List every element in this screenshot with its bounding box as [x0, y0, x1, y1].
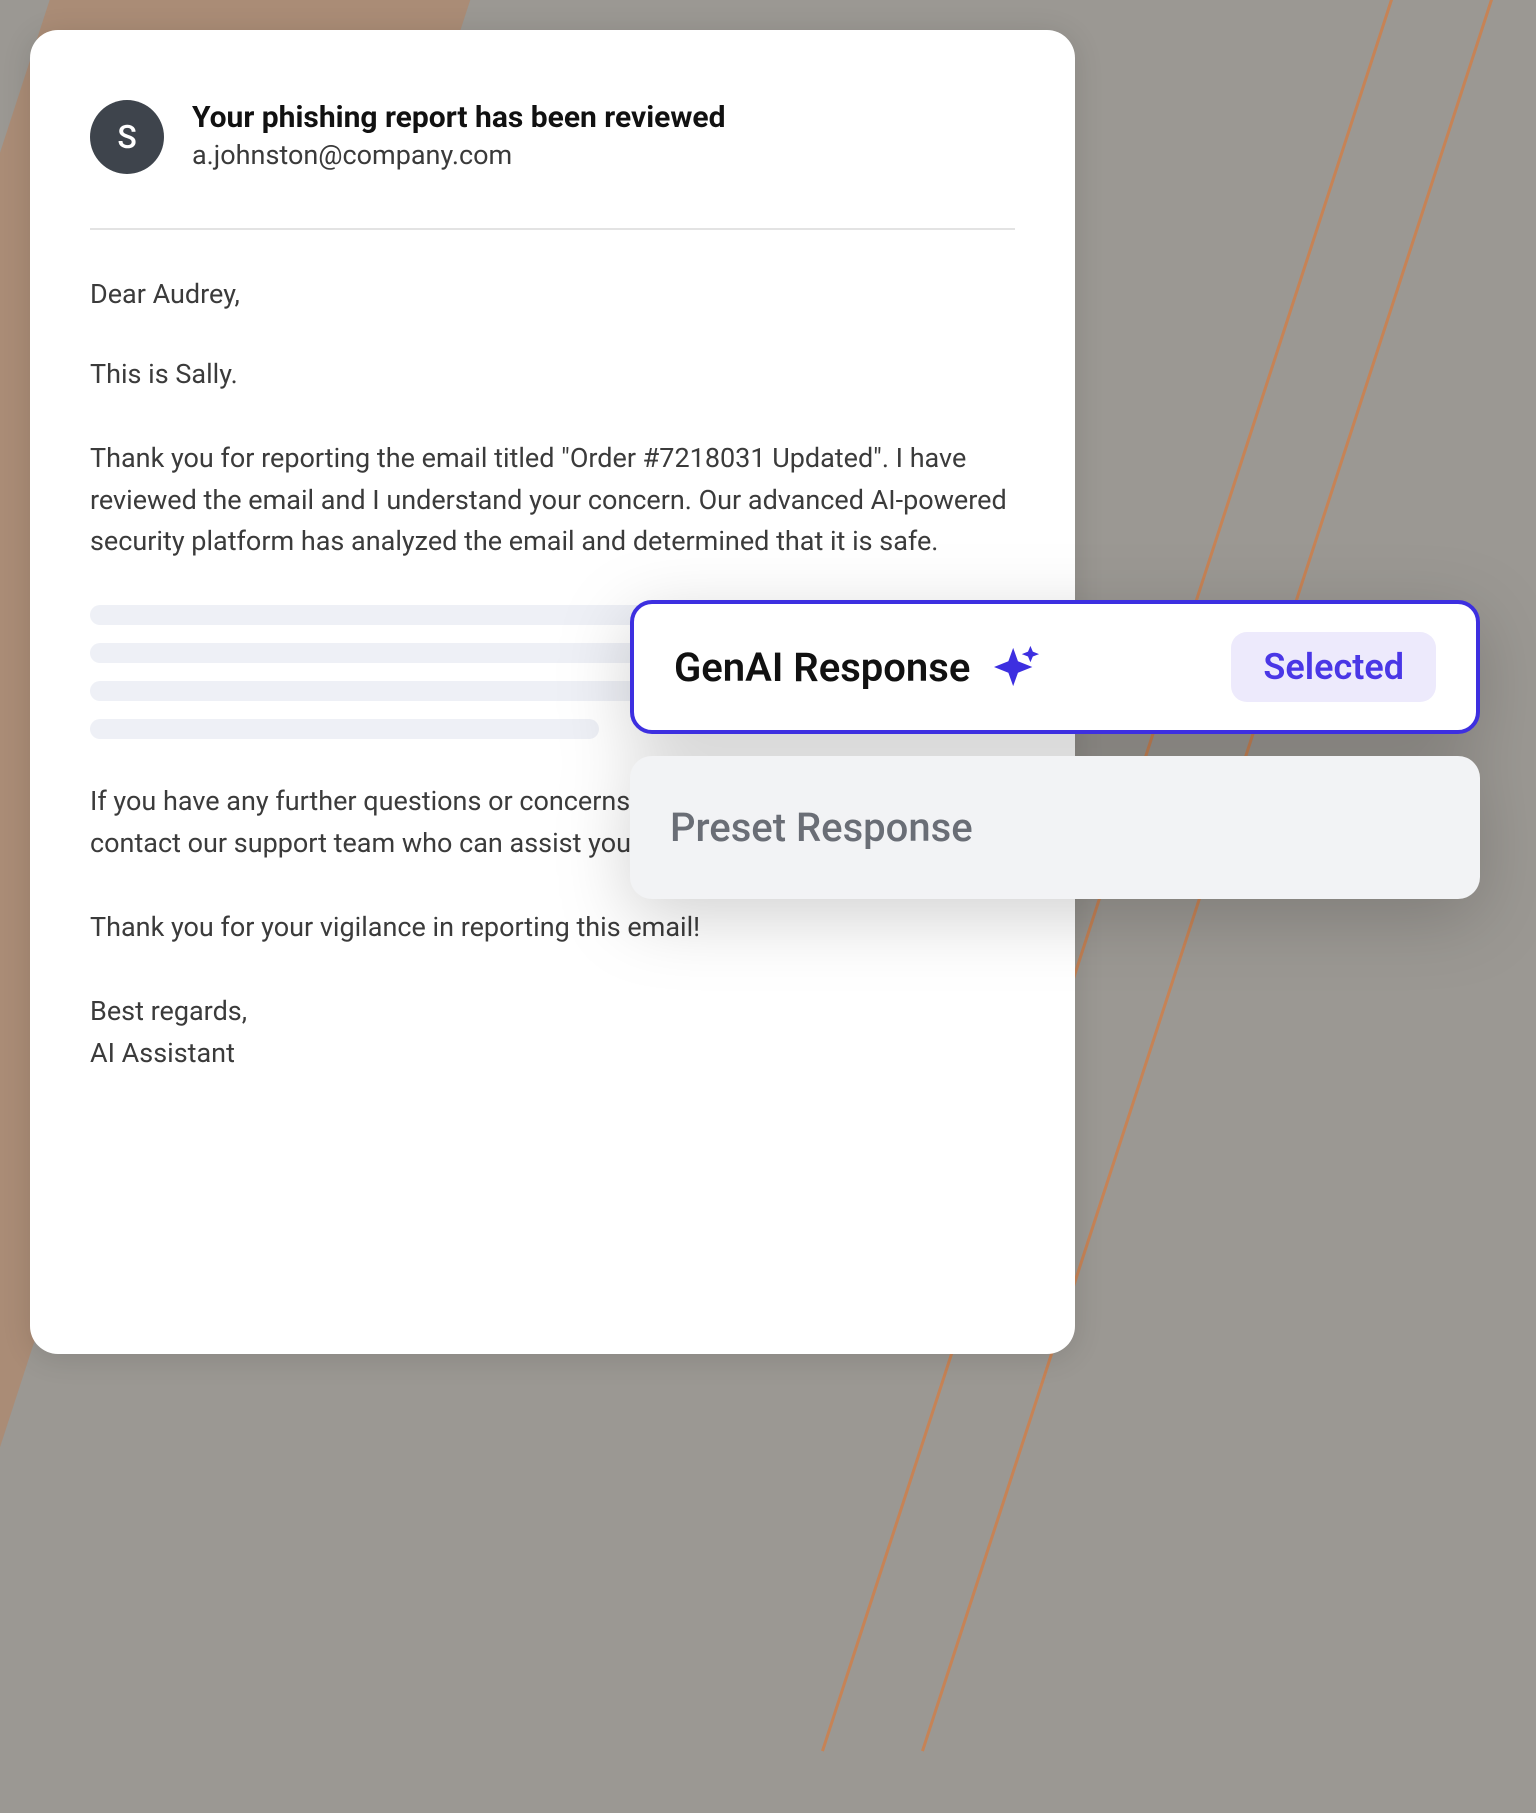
header-divider: [90, 228, 1015, 230]
option-label: GenAI Response: [674, 644, 970, 691]
email-subject: Your phishing report has been reviewed: [192, 100, 725, 135]
sender-avatar: S: [90, 100, 164, 174]
option-preset-response[interactable]: Preset Response: [630, 756, 1480, 899]
email-greeting: Dear Audrey,: [90, 274, 1015, 316]
sparkle-icon: [994, 644, 1040, 690]
response-type-dropdown: GenAI Response Selected Preset Response: [630, 600, 1480, 921]
selected-badge: Selected: [1231, 632, 1436, 702]
email-header: S Your phishing report has been reviewed…: [90, 100, 1015, 174]
option-genai-response[interactable]: GenAI Response Selected: [630, 600, 1480, 734]
email-paragraph-1: Thank you for reporting the email titled…: [90, 438, 1015, 564]
email-signature: AI Assistant: [90, 1033, 1015, 1075]
email-from: a.johnston@company.com: [192, 139, 725, 171]
option-label: Preset Response: [670, 804, 973, 851]
email-header-text: Your phishing report has been reviewed a…: [192, 100, 725, 171]
email-intro: This is Sally.: [90, 354, 1015, 396]
email-signoff: Best regards,: [90, 991, 1015, 1033]
placeholder-line: [90, 719, 599, 739]
